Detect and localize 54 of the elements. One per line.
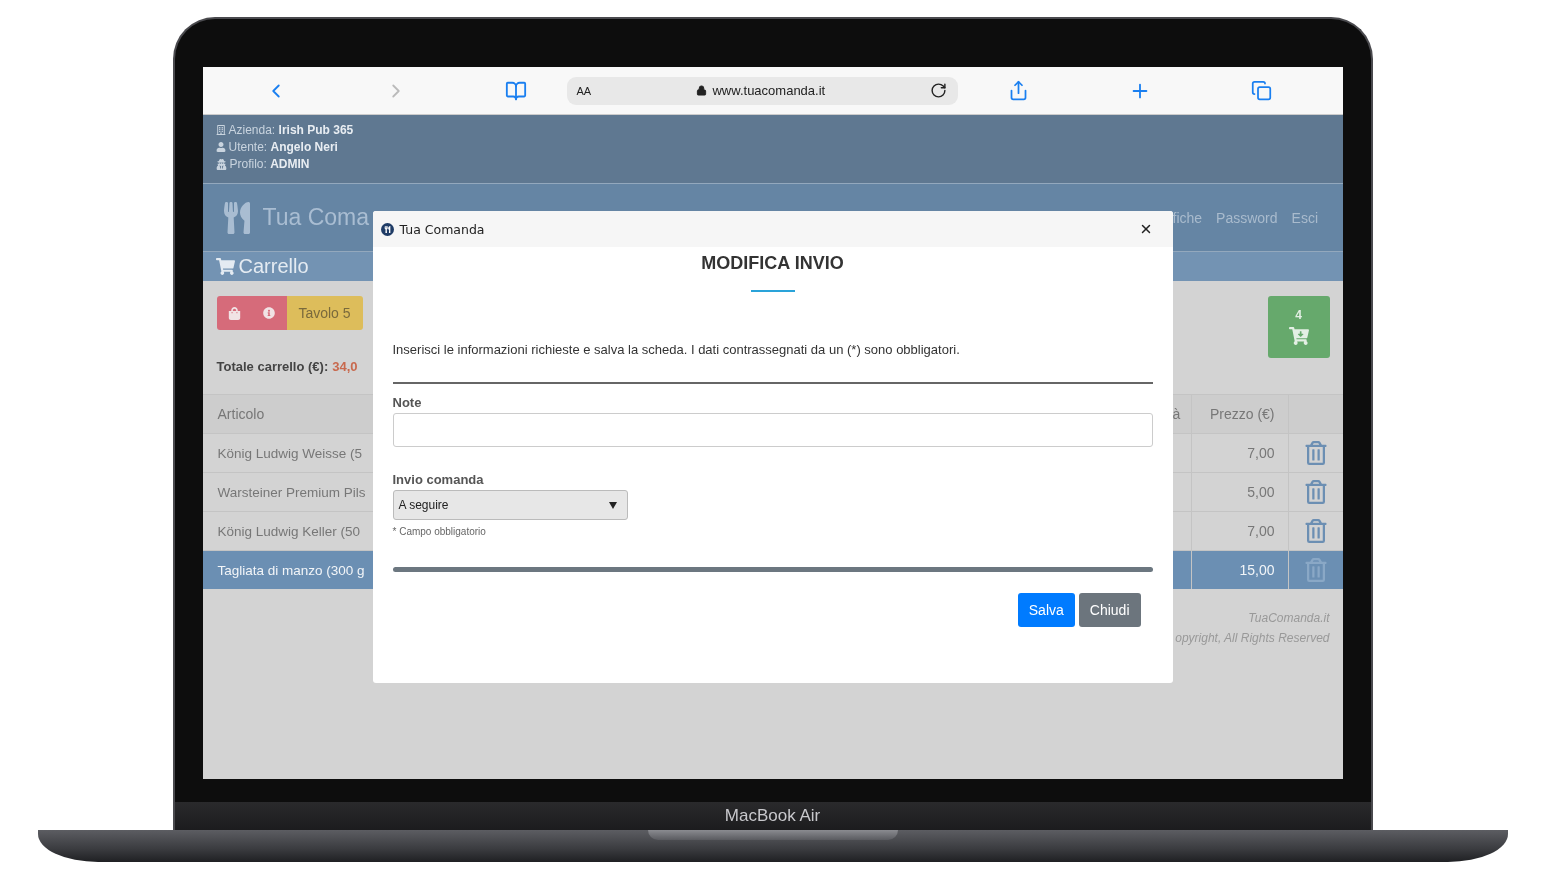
column-header: Articolo <box>216 405 266 424</box>
user-icon <box>215 142 226 152</box>
input-field[interactable] <box>392 413 1153 447</box>
tabs-button[interactable] <box>1250 80 1272 101</box>
book-icon <box>504 79 527 102</box>
field-label: Invio comanda <box>392 472 485 487</box>
item-cell-text: Tagliata di manzo (300 g <box>216 561 366 580</box>
info-text: Profilo: ADMIN <box>229 157 310 171</box>
footer-text: TuaComanda.it <box>1248 611 1330 625</box>
item-cell-text: König Ludwig Keller (50 <box>216 522 362 541</box>
info-text: Utente: Angelo Neri <box>228 140 338 154</box>
cart-total: Totale carrello (€): 34,0 <box>215 359 359 376</box>
nav-link[interactable]: Password <box>1216 209 1278 226</box>
bookmarks-button[interactable] <box>504 79 527 102</box>
info-text: Azienda: Irish Pub 365 <box>228 123 354 137</box>
modal-title: Tua Comanda <box>399 221 485 237</box>
device-label: MacBook Air <box>724 806 821 826</box>
address-bar[interactable]: AA www.tuacomanda.it <box>566 76 958 105</box>
price-cell: 15,00 <box>1190 551 1288 589</box>
save-button[interactable]: Salva <box>1017 593 1075 627</box>
field-label: Note <box>392 395 423 410</box>
bag-icon <box>227 306 241 320</box>
instructions-text: Inserisci le informazioni richieste e salva la scheda. I dati contrassegnati da un (*) sono obbligatori. <box>392 342 961 357</box>
item-cell-text: Warsteiner Premium Pils <box>216 483 367 502</box>
brand-name[interactable]: Tua Coma <box>262 204 370 231</box>
item-cell-text: König Ludwig Weisse (5 <box>216 444 364 463</box>
tabs-icon <box>1250 80 1272 101</box>
select-field[interactable]: A seguire <box>392 490 628 520</box>
cart-count-button[interactable]: 4 <box>1267 296 1330 358</box>
trash-icon <box>1303 558 1328 582</box>
caret-icon <box>608 501 617 509</box>
column-header: à <box>1172 405 1182 424</box>
heading-underline <box>750 290 795 292</box>
building-icon <box>215 125 226 135</box>
footer-text: opyright, All Rights Reserved <box>1175 631 1330 645</box>
nav-link[interactable]: fiche <box>1172 209 1203 226</box>
nav-link[interactable]: Esci <box>1291 209 1318 226</box>
trash-icon <box>1303 480 1328 504</box>
trash-icon <box>1303 441 1328 465</box>
reload-icon[interactable] <box>930 82 948 99</box>
cart-title: Carrello <box>238 255 309 278</box>
required-note: * Campo obbligatorio <box>392 526 487 537</box>
user-secret-icon <box>215 158 227 170</box>
url-text: www.tuacomanda.it <box>696 83 826 98</box>
modal-heading: MODIFICA INVIO <box>701 253 844 274</box>
cart-icon <box>215 257 235 276</box>
trash-icon <box>1303 519 1328 543</box>
bag-info-button[interactable] <box>216 296 287 330</box>
text-size-button[interactable]: AA <box>576 84 592 97</box>
close-dialog-button[interactable]: Chiudi <box>1078 593 1141 627</box>
cart-download-icon <box>1288 326 1309 346</box>
info-icon <box>263 307 276 319</box>
lock-icon <box>696 85 708 96</box>
table-button[interactable]: Tavolo 5 <box>286 296 363 330</box>
